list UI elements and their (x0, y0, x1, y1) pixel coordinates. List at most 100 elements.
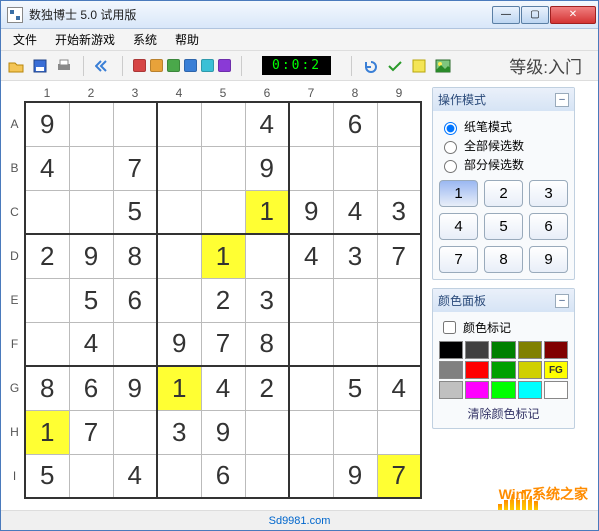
sudoku-cell[interactable]: 3 (333, 234, 377, 278)
palette-color[interactable] (439, 341, 463, 359)
numpad-button[interactable]: 1 (439, 180, 478, 207)
palette-color[interactable] (439, 361, 463, 379)
palette-color[interactable] (439, 381, 463, 399)
palette-color[interactable] (465, 361, 489, 379)
numpad-button[interactable]: 4 (439, 213, 478, 240)
sudoku-cell[interactable] (289, 278, 333, 322)
sudoku-cell[interactable]: 4 (289, 234, 333, 278)
sudoku-cell[interactable]: 7 (377, 234, 421, 278)
sudoku-cell[interactable] (245, 234, 289, 278)
sudoku-cell[interactable] (289, 322, 333, 366)
sudoku-cell[interactable] (113, 322, 157, 366)
sudoku-cell[interactable] (245, 410, 289, 454)
sudoku-cell[interactable]: 2 (245, 366, 289, 410)
sudoku-cell[interactable]: 5 (113, 190, 157, 234)
sudoku-cell[interactable]: 7 (201, 322, 245, 366)
palette-color[interactable] (518, 341, 542, 359)
sudoku-cell[interactable]: 5 (333, 366, 377, 410)
open-icon[interactable] (7, 57, 25, 75)
quick-color[interactable] (184, 59, 197, 72)
numpad-button[interactable]: 6 (529, 213, 568, 240)
sudoku-cell[interactable]: 1 (245, 190, 289, 234)
sudoku-cell[interactable] (377, 146, 421, 190)
sudoku-cell[interactable]: 1 (25, 410, 69, 454)
quick-color[interactable] (133, 59, 146, 72)
sudoku-cell[interactable]: 9 (69, 234, 113, 278)
clear-color-link[interactable]: 清除颜色标记 (439, 405, 568, 422)
undo-icon[interactable] (362, 57, 380, 75)
sudoku-cell[interactable] (157, 454, 201, 498)
sudoku-cell[interactable]: 3 (377, 190, 421, 234)
sudoku-cell[interactable] (377, 278, 421, 322)
numpad-button[interactable]: 9 (529, 246, 568, 273)
quick-color[interactable] (218, 59, 231, 72)
sudoku-cell[interactable]: 4 (69, 322, 113, 366)
minimize-button[interactable]: — (492, 6, 520, 24)
sudoku-cell[interactable] (25, 322, 69, 366)
sudoku-cell[interactable] (25, 278, 69, 322)
mode-all-input[interactable] (444, 141, 457, 154)
sudoku-cell[interactable] (245, 454, 289, 498)
mode-pen-radio[interactable]: 纸笔模式 (439, 117, 568, 136)
palette-color[interactable] (491, 381, 515, 399)
sudoku-cell[interactable]: 9 (113, 366, 157, 410)
undo-all-icon[interactable] (94, 57, 112, 75)
numpad-button[interactable]: 5 (484, 213, 523, 240)
sudoku-cell[interactable]: 4 (201, 366, 245, 410)
sudoku-cell[interactable] (157, 278, 201, 322)
sudoku-cell[interactable]: 7 (377, 454, 421, 498)
sudoku-cell[interactable] (157, 190, 201, 234)
sudoku-cell[interactable] (157, 102, 201, 146)
sudoku-cell[interactable] (333, 322, 377, 366)
sudoku-cell[interactable]: 3 (245, 278, 289, 322)
mode-pen-input[interactable] (444, 122, 457, 135)
sudoku-cell[interactable]: 9 (333, 454, 377, 498)
palette-color[interactable] (518, 361, 542, 379)
sudoku-cell[interactable]: 4 (333, 190, 377, 234)
menu-system[interactable]: 系统 (125, 29, 165, 50)
sudoku-cell[interactable] (333, 278, 377, 322)
palette-color[interactable] (544, 341, 568, 359)
sudoku-cell[interactable]: 1 (201, 234, 245, 278)
sudoku-cell[interactable]: 7 (69, 410, 113, 454)
palette-color[interactable] (544, 381, 568, 399)
sudoku-cell[interactable]: 6 (113, 278, 157, 322)
numpad-button[interactable]: 8 (484, 246, 523, 273)
sudoku-cell[interactable] (157, 146, 201, 190)
quick-color[interactable] (167, 59, 180, 72)
sudoku-cell[interactable] (201, 102, 245, 146)
color-mark-check[interactable]: 颜色标记 (439, 318, 568, 337)
sudoku-cell[interactable] (377, 102, 421, 146)
numpad-button[interactable]: 2 (484, 180, 523, 207)
sudoku-cell[interactable]: 4 (377, 366, 421, 410)
quick-color[interactable] (150, 59, 163, 72)
sudoku-cell[interactable]: 3 (157, 410, 201, 454)
sudoku-cell[interactable] (377, 322, 421, 366)
color-mark-input[interactable] (443, 321, 456, 334)
sudoku-cell[interactable] (201, 190, 245, 234)
sudoku-cell[interactable] (69, 102, 113, 146)
sudoku-cell[interactable] (69, 454, 113, 498)
sudoku-cell[interactable] (289, 102, 333, 146)
sudoku-cell[interactable]: 5 (25, 454, 69, 498)
print-icon[interactable] (55, 57, 73, 75)
palette-color[interactable] (518, 381, 542, 399)
sudoku-cell[interactable] (289, 146, 333, 190)
sudoku-cell[interactable] (25, 190, 69, 234)
save-icon[interactable] (31, 57, 49, 75)
close-button[interactable]: ✕ (550, 6, 596, 24)
sudoku-cell[interactable] (69, 190, 113, 234)
sudoku-cell[interactable] (113, 410, 157, 454)
sudoku-cell[interactable] (289, 366, 333, 410)
sudoku-cell[interactable]: 4 (113, 454, 157, 498)
sudoku-cell[interactable]: 2 (201, 278, 245, 322)
sudoku-cell[interactable] (157, 234, 201, 278)
sudoku-cell[interactable] (333, 410, 377, 454)
sudoku-cell[interactable] (333, 146, 377, 190)
palette-color[interactable] (465, 341, 489, 359)
sudoku-cell[interactable]: 9 (245, 146, 289, 190)
sudoku-cell[interactable]: 4 (245, 102, 289, 146)
mode-part-input[interactable] (444, 160, 457, 173)
sudoku-cell[interactable]: 9 (25, 102, 69, 146)
sudoku-cell[interactable]: 9 (157, 322, 201, 366)
